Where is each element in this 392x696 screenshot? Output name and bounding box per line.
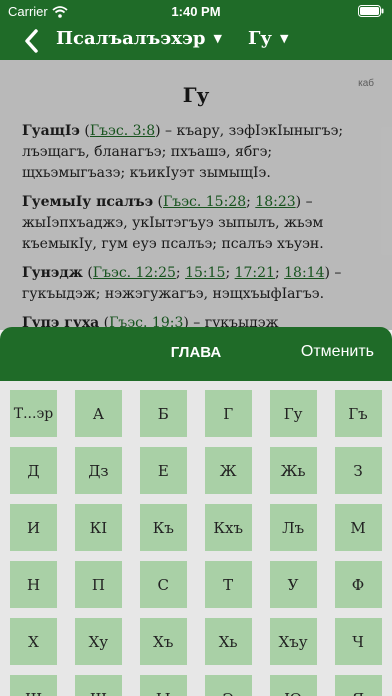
chapter-sheet: ГЛАВА Отменить Т...эр А Б Г Гу Гъ Д Дз Е Ж Жь З И КI К… bbox=[0, 327, 392, 696]
letter-key[interactable]: А bbox=[74, 390, 122, 437]
letter-key[interactable]: Хь bbox=[204, 618, 252, 665]
letter-key[interactable]: Ч bbox=[334, 618, 382, 665]
letter-key[interactable]: У bbox=[269, 561, 317, 608]
letter-key[interactable]: Къ bbox=[139, 504, 187, 551]
letter-key[interactable]: Гу bbox=[269, 390, 317, 437]
chapter-selector[interactable]: Гу ▼ bbox=[248, 28, 288, 49]
letter-key[interactable]: Х bbox=[10, 618, 57, 665]
battery-icon bbox=[358, 5, 384, 17]
status-bar: Carrier 1:40 PM bbox=[0, 0, 392, 22]
letter-key[interactable]: Жь bbox=[269, 447, 317, 494]
letter-key[interactable]: Б bbox=[139, 390, 187, 437]
letter-key[interactable]: М bbox=[334, 504, 382, 551]
letter-key[interactable]: И bbox=[10, 504, 57, 551]
letter-grid: Т...эр А Б Г Гу Гъ Д Дз Е Ж Жь З И КI Къ Кхъ Лъ М Н П С Т У Ф Х Х… bbox=[0, 381, 392, 696]
letter-key[interactable]: Е bbox=[139, 447, 187, 494]
letter-key[interactable]: Ю bbox=[269, 675, 317, 696]
navigation-bar: Псалъалъэхэр ▼ Гу ▼ bbox=[0, 22, 392, 60]
letter-key[interactable]: Хъ bbox=[139, 618, 187, 665]
letter-key[interactable]: Д bbox=[10, 447, 57, 494]
letter-key[interactable]: П bbox=[74, 561, 122, 608]
status-time: 1:40 PM bbox=[171, 4, 221, 19]
letter-key[interactable]: Т...эр bbox=[10, 390, 57, 437]
letter-key[interactable]: Ф bbox=[334, 561, 382, 608]
letter-key[interactable]: Щ bbox=[74, 675, 122, 696]
letter-key[interactable]: Хъу bbox=[269, 618, 317, 665]
sheet-header: ГЛАВА Отменить bbox=[0, 327, 392, 381]
letter-key[interactable]: Ху bbox=[74, 618, 122, 665]
caret-down-icon: ▼ bbox=[279, 32, 289, 45]
letter-key[interactable]: Гъ bbox=[334, 390, 382, 437]
letter-key[interactable]: С bbox=[139, 561, 187, 608]
letter-key[interactable]: Дз bbox=[74, 447, 122, 494]
letter-key[interactable]: Ж bbox=[204, 447, 252, 494]
chapter-label: Гу bbox=[248, 28, 272, 49]
cancel-button[interactable]: Отменить bbox=[301, 343, 374, 361]
letter-key[interactable]: Э bbox=[204, 675, 252, 696]
book-label: Псалъалъэхэр bbox=[56, 28, 206, 49]
letter-key[interactable]: Н bbox=[10, 561, 57, 608]
letter-key[interactable]: З bbox=[334, 447, 382, 494]
letter-key[interactable]: Г bbox=[204, 390, 252, 437]
letter-key[interactable]: Лъ bbox=[269, 504, 317, 551]
back-chevron-icon[interactable] bbox=[22, 28, 42, 54]
letter-key[interactable]: КI bbox=[74, 504, 122, 551]
caret-down-icon: ▼ bbox=[213, 32, 222, 45]
letter-key[interactable]: Кхъ bbox=[204, 504, 252, 551]
book-selector[interactable]: Псалъалъэхэр ▼ bbox=[56, 28, 222, 49]
letter-key[interactable]: Я bbox=[334, 675, 382, 696]
letter-key[interactable]: Ы bbox=[139, 675, 187, 696]
letter-key[interactable]: Т bbox=[204, 561, 252, 608]
nav-title: Псалъалъэхэр ▼ Гу ▼ bbox=[56, 28, 288, 49]
letter-key[interactable]: Ш bbox=[10, 675, 57, 696]
dim-overlay[interactable] bbox=[0, 60, 392, 330]
